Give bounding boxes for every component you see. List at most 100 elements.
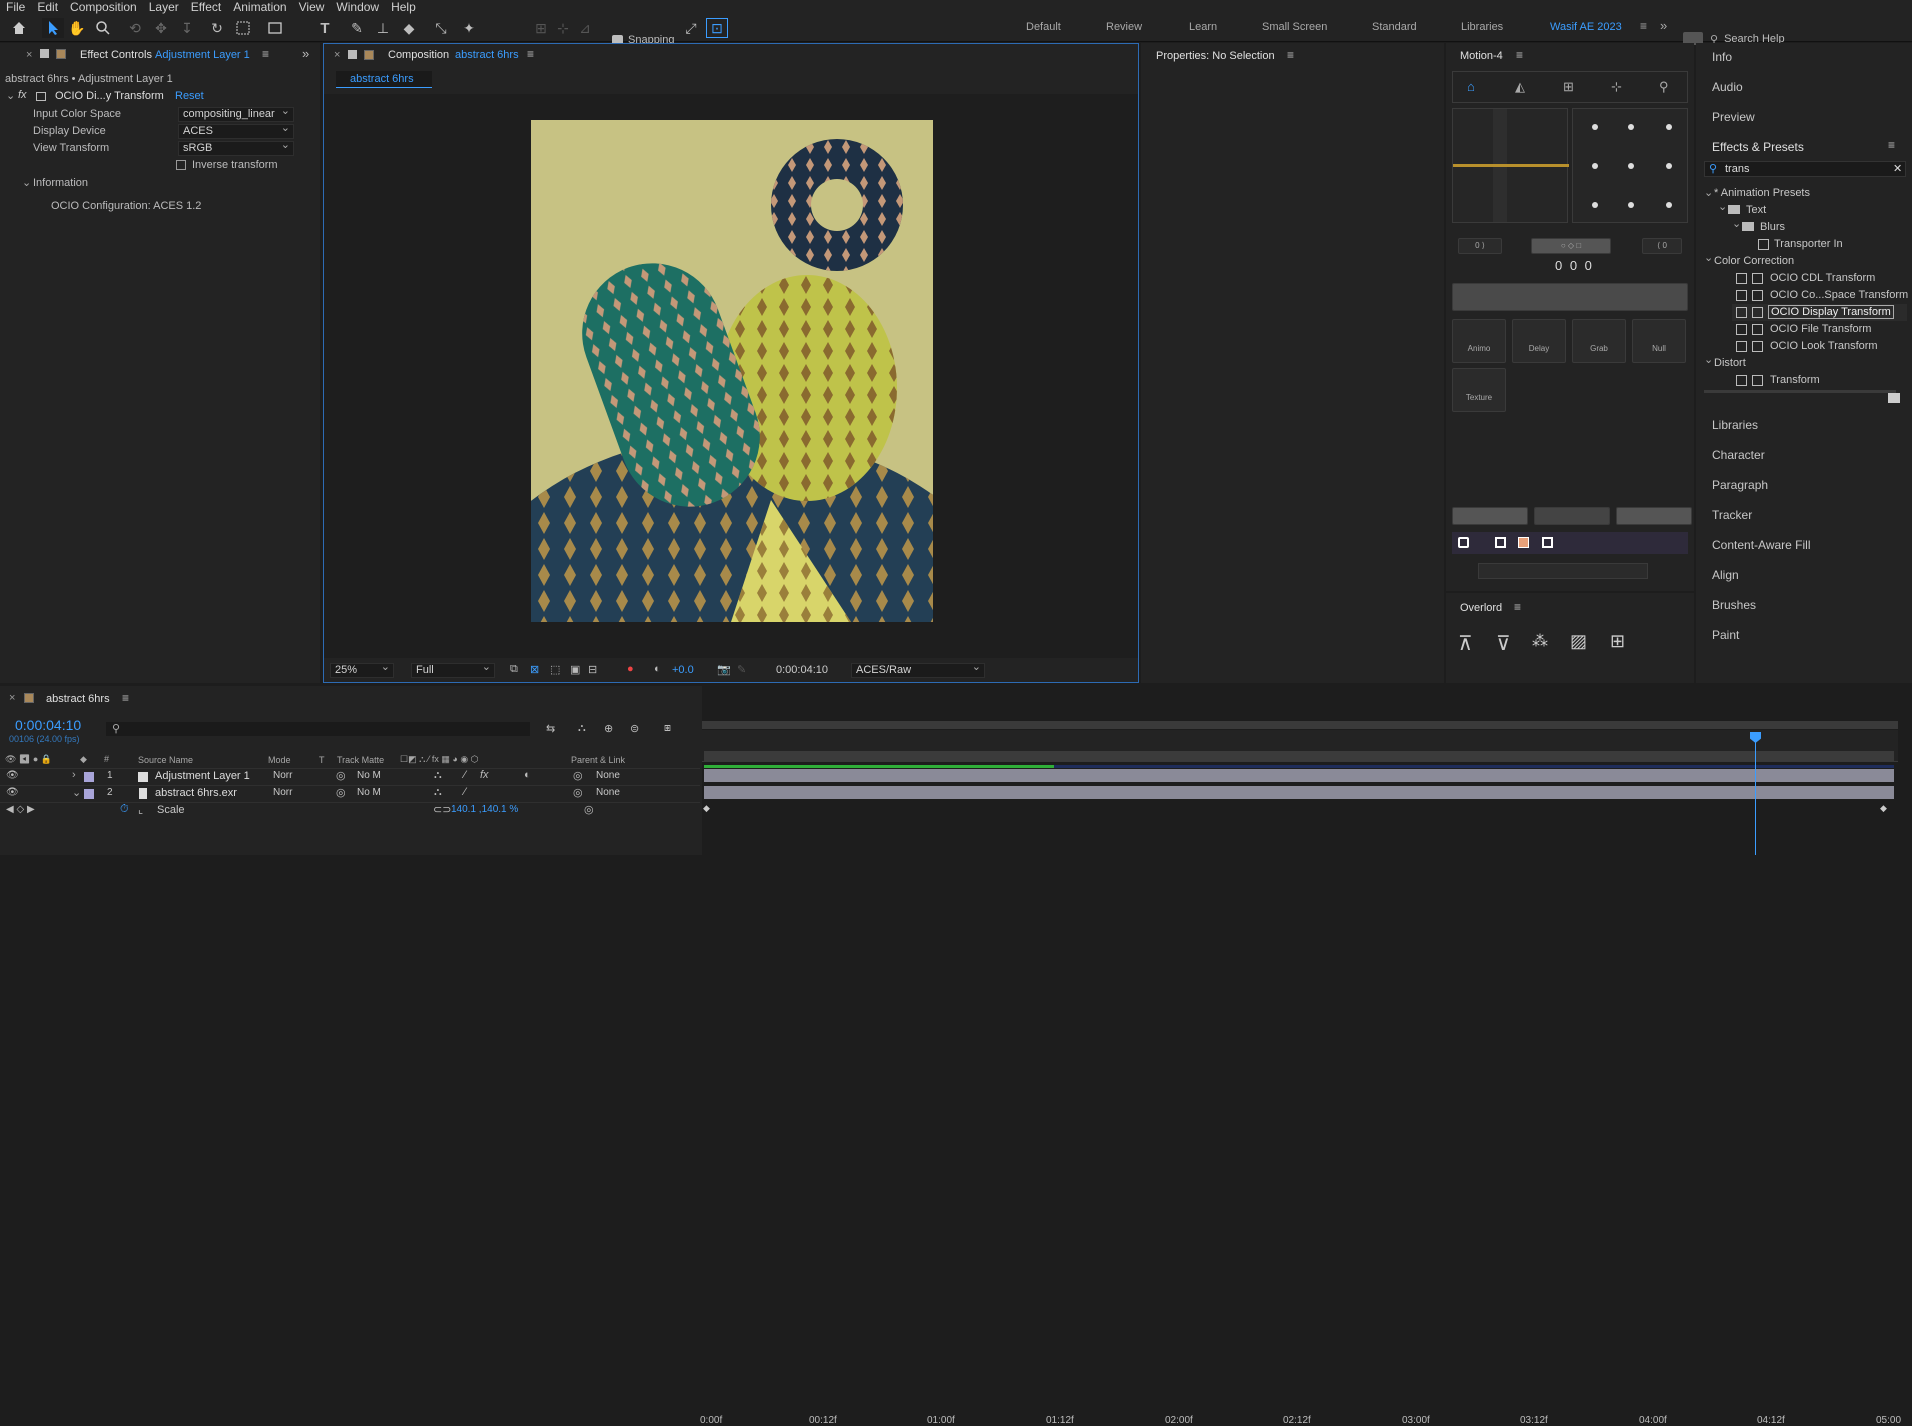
motion4-anchor-grid[interactable]: [1572, 108, 1688, 223]
pick-whip-icon[interactable]: ◎: [573, 786, 583, 799]
tree-ocio-look-transform[interactable]: OCIO Look Transform: [1770, 340, 1878, 352]
tree-color-correction[interactable]: Color Correction: [1714, 255, 1794, 267]
menu-view[interactable]: View: [293, 0, 331, 14]
workspace-active[interactable]: Wasif AE 2023: [1550, 21, 1622, 33]
motion4-hand-button[interactable]: [1534, 507, 1610, 525]
source-name-header[interactable]: Source Name: [138, 755, 193, 765]
tree-ocio-colorspace-transform[interactable]: OCIO Co...Space Transform: [1770, 289, 1908, 301]
expand-chevron-icon[interactable]: ›: [72, 769, 76, 781]
overlord-options-icon[interactable]: ⁂: [1532, 631, 1548, 651]
tree-ocio-cdl-transform[interactable]: OCIO CDL Transform: [1770, 272, 1875, 284]
workspace-learn[interactable]: Learn: [1189, 21, 1217, 33]
pick-whip-icon[interactable]: ◎: [573, 769, 583, 782]
axis-local-icon[interactable]: ⊞: [530, 18, 552, 38]
tree-ocio-display-transform[interactable]: OCIO Display Transform: [1768, 305, 1894, 319]
transparency-grid-icon[interactable]: ⊠: [530, 663, 539, 676]
motion4-texture-button[interactable]: Texture: [1452, 368, 1506, 412]
effect-controls-tab-title[interactable]: Effect Controls: [80, 49, 152, 61]
mask-visibility-icon[interactable]: ⬚: [550, 663, 560, 676]
rotate-tool-icon[interactable]: ↻: [206, 18, 228, 38]
panel-menu-icon[interactable]: ≡: [1888, 138, 1895, 152]
visibility-eye-icon[interactable]: 👁: [6, 770, 19, 781]
expand-chevron-icon[interactable]: ⌄: [72, 786, 81, 799]
exposure-value[interactable]: +0.0: [672, 664, 694, 676]
motion4-delay-button[interactable]: Delay: [1512, 319, 1566, 363]
zoom-tool-icon[interactable]: [92, 18, 114, 38]
pan-behind-icon[interactable]: [232, 18, 254, 38]
paint-panel-tab[interactable]: Paint: [1712, 628, 1739, 642]
tracker-panel-tab[interactable]: Tracker: [1712, 508, 1752, 522]
puppet-tool-icon[interactable]: ✦: [458, 18, 480, 38]
panel-menu-icon[interactable]: ≡: [1514, 600, 1521, 614]
motion4-curve-area[interactable]: [1452, 108, 1569, 223]
snapshot-icon[interactable]: 📷: [717, 663, 731, 676]
layer-mode-dropdown[interactable]: Norr: [273, 787, 292, 798]
timeline-layer-row[interactable]: 👁 ⌄ 2 abstract 6hrs.exr Norr ◎ No M ⛬ ⁄ …: [0, 785, 700, 801]
tree-scrollbar[interactable]: [1704, 390, 1896, 393]
content-aware-fill-panel-tab[interactable]: Content-Aware Fill: [1712, 538, 1810, 552]
close-icon[interactable]: ×: [26, 49, 32, 61]
expression-pickwhip-icon[interactable]: ◎: [584, 803, 594, 816]
snap-grid-icon[interactable]: ⊡: [706, 18, 728, 38]
frame-blending-icon[interactable]: ⊜: [630, 722, 639, 735]
motion4-null-button[interactable]: Null: [1632, 319, 1686, 363]
timeline-layer-row[interactable]: 👁 › 1 Adjustment Layer 1 Norr ◎ No M ⛬ ⁄…: [0, 768, 700, 784]
panel-menu-icon[interactable]: ≡: [262, 47, 269, 61]
stopwatch-icon[interactable]: ⏱: [120, 803, 129, 816]
inverse-transform-checkbox[interactable]: [176, 160, 186, 170]
workspace-menu-icon[interactable]: ≡: [1640, 19, 1647, 33]
overlord-push-icon[interactable]: ⊼: [1458, 631, 1473, 656]
workspace-overflow-icon[interactable]: »: [1660, 18, 1667, 33]
panel-menu-icon[interactable]: ≡: [1287, 48, 1294, 62]
view-options-icon[interactable]: ⊟: [588, 663, 597, 676]
layer-name[interactable]: Adjustment Layer 1: [155, 770, 250, 782]
layer2-track-bar[interactable]: [704, 786, 1894, 799]
panel-menu-icon[interactable]: ≡: [1516, 48, 1523, 62]
clone-stamp-icon[interactable]: ⊥: [372, 18, 394, 38]
motion4-counter-left[interactable]: 0 ⟩: [1458, 238, 1502, 254]
motion4-counter-right[interactable]: ⟨ 0: [1642, 238, 1682, 254]
tree-ocio-file-transform[interactable]: OCIO File Transform: [1770, 323, 1871, 335]
tree-transform[interactable]: Transform: [1770, 374, 1820, 386]
tree-blurs-folder[interactable]: Blurs: [1760, 221, 1785, 233]
fx-icon[interactable]: fx: [480, 769, 489, 781]
motion4-color-row[interactable]: [1452, 532, 1688, 554]
view-transform-dropdown[interactable]: sRGB: [178, 141, 294, 156]
menu-animation[interactable]: Animation: [227, 0, 292, 14]
workspace-small-screen[interactable]: Small Screen: [1262, 21, 1327, 33]
info-panel-tab[interactable]: Info: [1712, 50, 1732, 64]
orbit-camera-icon[interactable]: ⟲: [124, 18, 146, 38]
track-matte-dropdown[interactable]: No M: [357, 787, 381, 798]
track-matte-dropdown[interactable]: No M: [357, 770, 381, 781]
panel-menu-icon[interactable]: ≡: [122, 691, 129, 705]
overlord-image-icon[interactable]: ▨: [1570, 631, 1587, 652]
motion4-grab-button[interactable]: Grab: [1572, 319, 1626, 363]
composition-tab-name[interactable]: abstract 6hrs: [455, 49, 519, 61]
resolution-dropdown[interactable]: Full: [411, 663, 495, 678]
quality-icon[interactable]: ⁄: [464, 769, 466, 781]
menu-edit[interactable]: Edit: [31, 0, 64, 14]
work-area-range[interactable]: [704, 751, 1894, 761]
matte-link-icon[interactable]: ◎: [336, 769, 346, 782]
chevron-down-icon[interactable]: ⌄: [1704, 186, 1713, 199]
composition-flowchart-icon[interactable]: ⇆: [546, 722, 555, 735]
audio-panel-tab[interactable]: Audio: [1712, 80, 1743, 94]
align-panel-tab[interactable]: Align: [1712, 568, 1739, 582]
motion4-slider[interactable]: [1478, 563, 1648, 579]
overlord-pull-icon[interactable]: ⊽: [1496, 631, 1511, 656]
track-matte-header[interactable]: Track Matte: [337, 755, 384, 765]
motion4-shape-selector[interactable]: ○ ◇ □: [1531, 238, 1611, 254]
overlord-add-icon[interactable]: ⊞: [1610, 631, 1625, 652]
view-dropdown[interactable]: ACES/Raw: [851, 663, 985, 678]
info-expand-chevron-icon[interactable]: ⌄: [22, 176, 31, 189]
draft-3d-icon[interactable]: ⛬: [578, 722, 586, 735]
matte-link-icon[interactable]: ◎: [336, 786, 346, 799]
brushes-panel-tab[interactable]: Brushes: [1712, 598, 1756, 612]
effect-controls-layer-name[interactable]: Adjustment Layer 1: [155, 49, 250, 61]
brush-tool-icon[interactable]: ✎: [346, 18, 368, 38]
graph-editor-icon[interactable]: ⧆: [664, 722, 671, 735]
graph-icon[interactable]: ⌞: [138, 803, 143, 816]
roto-brush-icon[interactable]: ⤡: [430, 18, 452, 38]
layer-label-color[interactable]: [84, 772, 94, 782]
lock-icon[interactable]: [40, 49, 49, 58]
